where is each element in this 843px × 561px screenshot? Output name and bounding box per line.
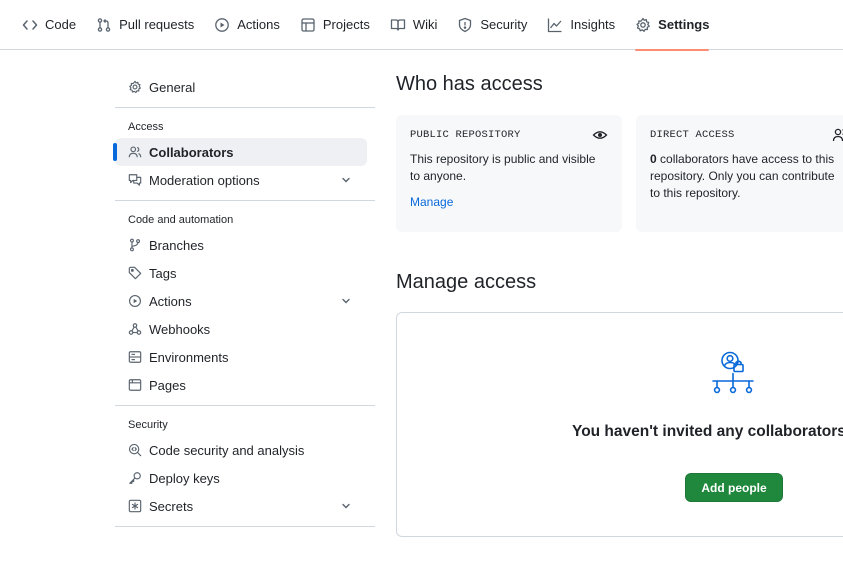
repo-nav: Code Pull requests Actions Projects Wiki… [0,0,843,51]
sidebar-divider [115,526,375,527]
graph-icon [548,18,562,32]
sidebar-item-label: Environments [149,349,229,365]
sidebar-item-moderation-options[interactable]: Moderation options [115,166,367,194]
play-icon [215,17,230,32]
sidebar-divider [115,405,375,406]
nav-projects[interactable]: Projects [300,0,370,50]
key-icon [129,472,141,484]
code-icon [22,19,38,30]
sidebar-item-label: Webhooks [149,321,211,337]
chevron-down-icon [342,177,350,183]
nav-wiki-label: Wiki [412,17,438,32]
people-lock-icon [712,351,754,394]
webhook-icon [128,323,142,335]
sidebar-item-code-security[interactable]: Code security and analysis [115,436,367,464]
sidebar-item-deploy-keys[interactable]: Deploy keys [115,464,367,492]
asterisk-box-icon [128,499,142,513]
table-icon [301,17,315,32]
sidebar-item-webhooks[interactable]: Webhooks [115,315,367,343]
nav-security-label: Security [480,17,528,32]
sidebar-heading-code-automation: Code and automation [128,214,234,226]
book-icon [390,18,405,31]
collaborator-count: 0 [650,152,657,166]
nav-actions[interactable]: Actions [214,0,280,50]
nav-settings-label: Settings [658,17,710,32]
eye-icon [592,131,608,139]
public-repository-text: This repository is public and visible to… [410,152,596,183]
gear-icon [636,17,651,32]
sidebar-divider [115,200,375,201]
nav-code[interactable]: Code [22,0,76,50]
shield-icon [459,17,472,32]
people-icon [128,146,142,158]
nav-pull-requests-label: Pull requests [119,17,195,32]
sidebar-item-label: Branches [149,237,204,253]
sidebar-item-label: Tags [149,265,177,281]
sidebar-item-secrets[interactable]: Secrets [115,492,367,520]
who-has-access-title: Who has access [396,73,543,95]
manage-link[interactable]: Manage [410,194,453,211]
people-icon [832,128,843,142]
manage-access-empty-state: You haven't invited any collaborators ye… [396,312,843,537]
comment-discussion-icon [128,174,142,186]
manage-access-title: Manage access [396,271,537,293]
sidebar-item-label: Actions [149,293,192,309]
browser-icon [128,379,142,391]
nav-actions-label: Actions [237,17,280,32]
tag-icon [128,266,142,280]
sidebar-divider [115,107,375,108]
public-repository-label: PUBLIC REPOSITORY [410,129,521,141]
sidebar-item-label: General [149,79,196,95]
sidebar-item-branches[interactable]: Branches [115,231,367,259]
direct-access-card: DIRECT ACCESS 0 collaborators have acces… [636,115,843,232]
sidebar-item-label: Deploy keys [149,470,220,486]
sidebar-item-environments[interactable]: Environments [115,343,367,371]
codescan-icon [128,443,142,457]
settings-sidebar: General Access Collaborators Moderation … [113,73,375,535]
sidebar-item-label: Secrets [149,498,194,514]
sidebar-heading-security: Security [128,419,168,431]
nav-insights-label: Insights [570,17,616,32]
nav-security[interactable]: Security [457,0,527,50]
sidebar-item-actions[interactable]: Actions [115,287,367,315]
public-repository-card: PUBLIC REPOSITORY This repository is pub… [396,115,622,232]
pull-request-icon [97,17,111,32]
branch-icon [129,238,141,252]
sidebar-item-tags[interactable]: Tags [115,259,367,287]
sidebar-item-label: Code security and analysis [149,442,305,458]
gear-icon [129,80,141,94]
direct-access-description: collaborators have access to this reposi… [650,152,835,200]
add-people-button[interactable]: Add people [685,473,783,502]
sidebar-item-pages[interactable]: Pages [115,371,367,399]
sidebar-item-general[interactable]: General [115,73,367,101]
sidebar-item-label: Collaborators [149,144,234,160]
sidebar-item-label: Pages [149,377,186,393]
nav-code-label: Code [45,17,77,32]
nav-pull-requests[interactable]: Pull requests [96,0,194,50]
play-icon [129,295,141,307]
nav-projects-label: Projects [322,17,370,32]
sidebar-item-collaborators[interactable]: Collaborators [113,138,367,166]
chevron-down-icon [342,503,350,509]
nav-insights[interactable]: Insights [547,0,615,50]
sidebar-item-label: Moderation options [149,172,260,188]
sidebar-heading-access: Access [128,121,164,133]
direct-access-text: 0 collaborators have access to this repo… [650,151,842,202]
nav-wiki[interactable]: Wiki [390,0,438,50]
empty-state-message: You haven't invited any collaborators ye… [572,423,843,440]
direct-access-label: DIRECT ACCESS [650,129,735,141]
nav-settings[interactable]: Settings [635,0,710,51]
chevron-down-icon [342,298,350,304]
server-icon [128,351,142,363]
